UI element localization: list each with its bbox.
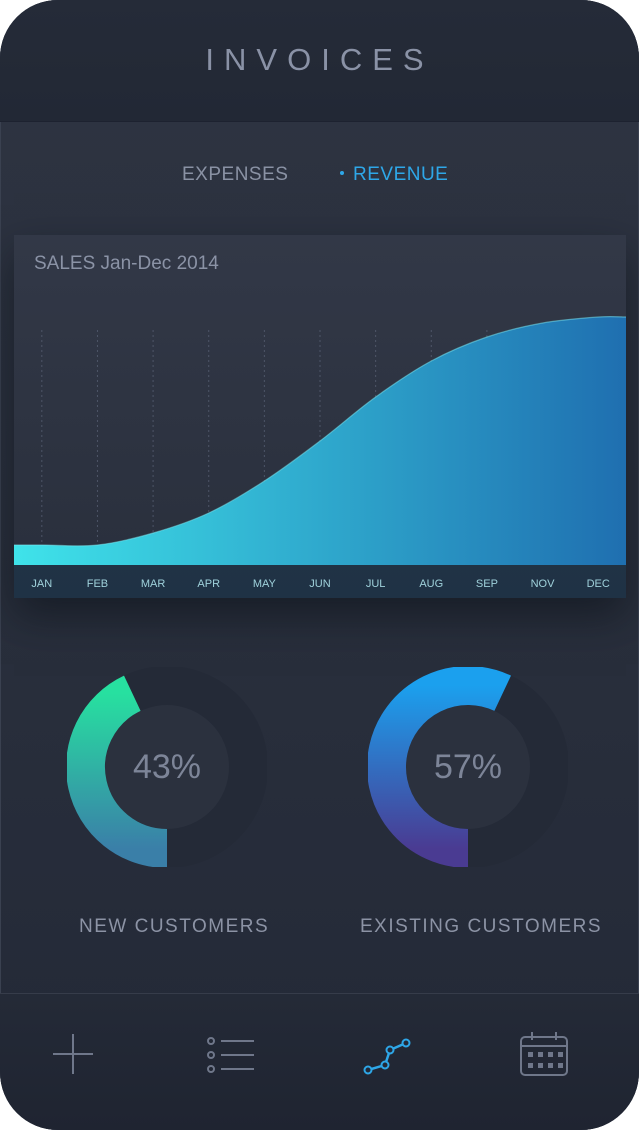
month-tick-label: MAR [141, 578, 166, 590]
existing-customers-donut: 57% [367, 666, 569, 868]
nav-calendar-button[interactable] [514, 1024, 574, 1084]
existing-customers-percent: 57% [433, 748, 503, 786]
month-tick-label: MAY [253, 578, 277, 590]
active-tab-dot [340, 170, 344, 175]
new-customers-percent: 43% [132, 748, 202, 786]
month-tick-label: DEC [587, 578, 610, 590]
month-tick-label: FEB [87, 578, 108, 590]
existing-customers-label: EXISTING CUSTOMERS [360, 916, 603, 937]
list-icon [207, 1037, 254, 1073]
sales-chart-card: JAN FEB MAR APR MAY JUN JUL AUG SEP NOV DEC SALES … [14, 235, 626, 598]
tab-expenses-label: EXPENSES [182, 164, 289, 185]
new-customers-donut: 43% [66, 666, 268, 868]
month-tick-label: APR [197, 578, 220, 590]
bottom-nav [0, 993, 639, 1130]
chart-title: SALES Jan-Dec 2014 [34, 253, 219, 274]
month-tick-label: AUG [419, 578, 443, 590]
nav-add-button[interactable] [43, 1024, 103, 1084]
nav-chart-button[interactable] [358, 1024, 418, 1084]
phone-screen: INVOICES EXPENSES REVENUE JAN FEB MAR AP… [0, 0, 639, 1130]
tab-expenses[interactable]: EXPENSES [182, 164, 288, 186]
plus-icon [53, 1034, 93, 1074]
tab-revenue[interactable]: REVENUE [340, 164, 448, 186]
month-tick-label: JUL [366, 578, 386, 590]
month-tick-label: JUN [309, 578, 330, 590]
nav-list-button[interactable] [201, 1024, 261, 1084]
segment-tabs: EXPENSES REVENUE [0, 164, 639, 194]
tab-revenue-label: REVENUE [353, 164, 449, 185]
month-tick-label: NOV [531, 578, 556, 590]
chart-line-icon [363, 1038, 411, 1075]
month-tick-label: JAN [31, 578, 52, 590]
new-customers-label: NEW CUSTOMERS [79, 916, 270, 937]
app-header: INVOICES [0, 0, 639, 122]
month-tick-label: SEP [476, 578, 498, 590]
calendar-icon [520, 1032, 568, 1076]
page-title: INVOICES [205, 42, 434, 77]
sales-area-chart: JAN FEB MAR APR MAY JUN JUL AUG SEP NOV DEC [14, 315, 626, 598]
